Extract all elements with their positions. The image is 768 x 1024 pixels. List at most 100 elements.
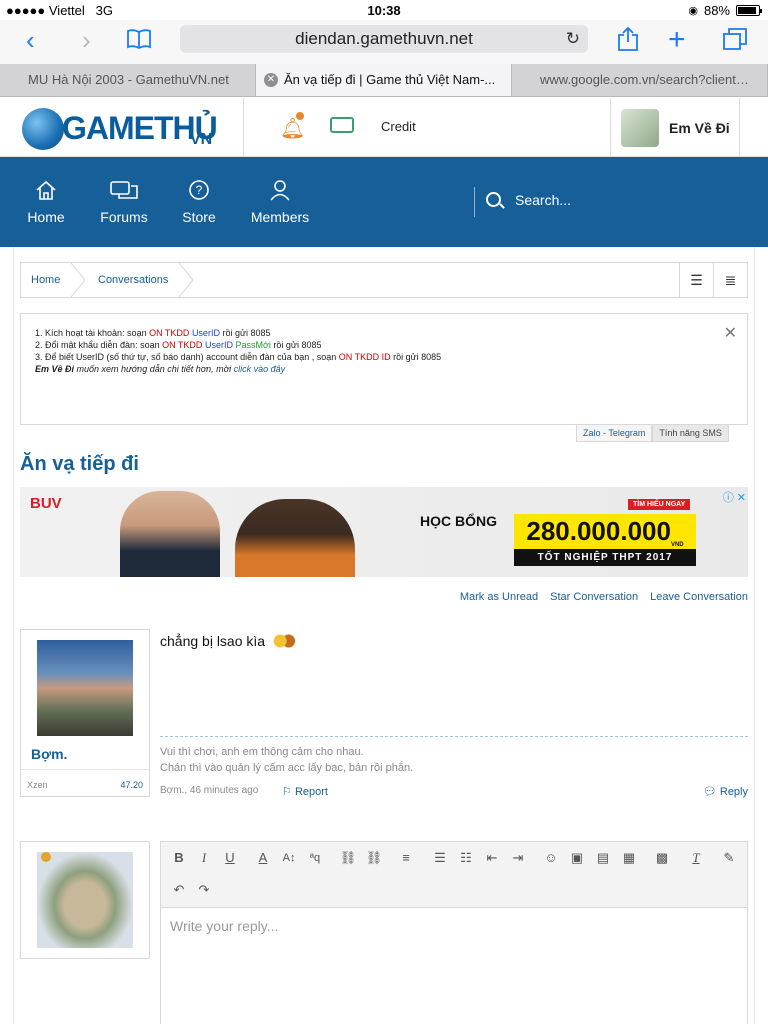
numbered-list-icon[interactable]: ☷ (455, 847, 477, 869)
nav-divider (474, 187, 475, 217)
mark-unread-link[interactable]: Mark as Unread (460, 591, 538, 603)
reply-icon: 💬︎ (702, 786, 717, 798)
share-icon[interactable] (617, 26, 639, 52)
report-button[interactable]: ⚐ Report (282, 785, 328, 798)
signature-line: Vui thì chơi, anh em thông cảm cho nhau. (160, 746, 364, 758)
tab-sms[interactable]: Tính năng SMS (652, 425, 729, 442)
bullet-list-icon[interactable]: ☰ (429, 847, 451, 869)
username: Em Về Đi (669, 120, 730, 136)
image-icon[interactable]: ▣ (566, 847, 588, 869)
notice-line: Em Về Đi muốn xem hướng dẫn chi tiết hơn… (35, 363, 733, 375)
outdent-icon[interactable]: ⇤ (481, 847, 503, 869)
reply-input[interactable]: Write your reply... (170, 918, 278, 934)
star-conversation-link[interactable]: Star Conversation (550, 591, 638, 603)
notice-username: Em Về Đi (35, 364, 75, 374)
menu-icon[interactable]: ≣ (713, 263, 747, 297)
logo-ball-icon (22, 108, 64, 150)
ad-headline: HỌC BỔNG (420, 513, 497, 529)
browser-tab[interactable]: MU Hà Nội 2003 - GamethuVN.net (0, 64, 256, 96)
undo-icon[interactable]: ↶ (168, 879, 190, 901)
notice-var: UserID (191, 328, 220, 338)
site-logo[interactable]: GAMETHỦ VN (22, 104, 222, 152)
insert-icon[interactable]: ▦ (618, 847, 640, 869)
browser-tab-active[interactable]: ✕ Ăn vạ tiếp đi | Game thủ Việt Nam-... (256, 64, 512, 96)
unlink-icon[interactable]: ⛓︎ (363, 847, 385, 869)
remove-format-icon[interactable]: T (685, 847, 707, 869)
conversations-icon[interactable] (330, 117, 354, 133)
nav-label: Members (250, 209, 310, 225)
reply-editor: B I U A A↕ ªq ⛓︎ ⛓︎ ≡ ☰ ☷ ⇤ ⇥ ☺ ▣ ▤ ▦ ▩ … (160, 841, 748, 1024)
avatar[interactable] (37, 640, 133, 736)
font-family-icon[interactable]: ªq (304, 847, 326, 869)
save-draft-icon[interactable]: ▩ (651, 847, 673, 869)
breadcrumb-home[interactable]: Home (31, 274, 60, 286)
toggle-bbcode-icon[interactable]: ✎ (718, 847, 740, 869)
smilie-icon[interactable]: ☺ (540, 847, 562, 869)
ad-brand: BUV (30, 495, 62, 512)
nav-search[interactable]: Search... (486, 192, 571, 208)
sms-notice: 1. Kích hoạt tài khoản: soạn ON TKDD Use… (20, 313, 748, 425)
user-title: Xzen (27, 780, 48, 790)
indent-icon[interactable]: ⇥ (507, 847, 529, 869)
ad-banner[interactable]: BUV HỌC BỔNG TÌM HIỂU NGAY 280.000.000VN… (20, 487, 748, 577)
home-icon (27, 179, 65, 205)
message-meta: Bợm., 46 minutes ago (160, 785, 259, 796)
tabs-icon[interactable] (722, 27, 748, 51)
clock: 10:38 (367, 3, 401, 18)
message-author[interactable]: Bợm. (31, 746, 67, 762)
battery-info: ◉ 88% (688, 3, 762, 18)
align-icon[interactable]: ≡ (395, 847, 417, 869)
close-tab-icon[interactable]: ✕ (264, 73, 278, 87)
nav-label: Home (27, 209, 65, 225)
main-nav: Home Forums ? Store Members Search... (0, 157, 768, 247)
nav-forums[interactable]: Forums (98, 179, 150, 225)
bell-icon[interactable]: 🔔︎ (280, 116, 305, 141)
bold-icon[interactable]: B (168, 847, 190, 869)
browser-tab[interactable]: www.google.com.vn/search?client=s... (512, 64, 768, 96)
bookmarks-icon[interactable] (126, 29, 152, 50)
redo-icon[interactable]: ↷ (193, 879, 215, 901)
notice-text: rồi gửi 8085 (270, 340, 322, 350)
credit-link[interactable]: Credit (381, 119, 416, 134)
ad-info-icon[interactable]: ⓘ ✕ (723, 489, 746, 505)
reload-icon[interactable]: ↻ (566, 25, 580, 53)
collapse-icon[interactable]: ☰ (679, 263, 713, 297)
address-bar[interactable]: diendan.gamethuvn.net ↻ (180, 25, 588, 53)
emoji-icon (269, 632, 298, 650)
breadcrumb-conversations[interactable]: Conversations (98, 274, 168, 286)
ad-amount-value: 280.000.000 (526, 516, 671, 546)
notice-link[interactable]: click vào đây (234, 364, 286, 374)
notice-tabs: Zalo - Telegram Tính năng SMS (576, 425, 729, 442)
notice-line: 1. Kích hoạt tài khoản: soạn ON TKDD Use… (35, 327, 733, 339)
media-icon[interactable]: ▤ (592, 847, 614, 869)
close-icon[interactable]: ✕ (724, 326, 737, 342)
font-size-icon[interactable]: A↕ (278, 847, 300, 869)
user-menu[interactable]: Em Về Đi (610, 98, 740, 156)
nav-members[interactable]: Members (249, 179, 311, 225)
italic-icon[interactable]: I (193, 847, 215, 869)
tab-label: Ăn vạ tiếp đi | Game thủ Việt Nam-... (284, 72, 496, 87)
reply-label: Reply (719, 786, 748, 798)
back-icon[interactable]: ‹ (26, 27, 35, 53)
ad-person-image (235, 499, 355, 577)
report-label: Report (294, 786, 328, 798)
tab-zalo-telegram[interactable]: Zalo - Telegram (576, 425, 653, 442)
tab-label: MU Hà Nội 2003 - GamethuVN.net (28, 72, 229, 87)
link-icon[interactable]: ⛓︎ (337, 847, 359, 869)
new-tab-icon[interactable]: + (668, 25, 686, 55)
forward-icon[interactable]: › (82, 27, 91, 53)
search-icon (486, 192, 501, 207)
text-color-icon[interactable]: A (252, 847, 274, 869)
leave-conversation-link[interactable]: Leave Conversation (650, 591, 748, 603)
tab-label: www.google.com.vn/search?client=s... (540, 72, 761, 87)
browser-toolbar: ‹ › diendan.gamethuvn.net ↻ + (0, 20, 768, 64)
notice-line: 2. Đổi mật khẩu diễn đàn: soạn ON TKDD U… (35, 339, 733, 351)
avatar (621, 109, 659, 147)
notice-command: ON TKDD (162, 340, 203, 350)
reply-button[interactable]: 💬︎ Reply (703, 785, 748, 798)
header-divider (243, 98, 244, 156)
nav-store[interactable]: ? Store (180, 179, 218, 225)
underline-icon[interactable]: U (219, 847, 241, 869)
ad-cta[interactable]: TÌM HIỂU NGAY (628, 499, 691, 510)
nav-home[interactable]: Home (27, 179, 65, 225)
